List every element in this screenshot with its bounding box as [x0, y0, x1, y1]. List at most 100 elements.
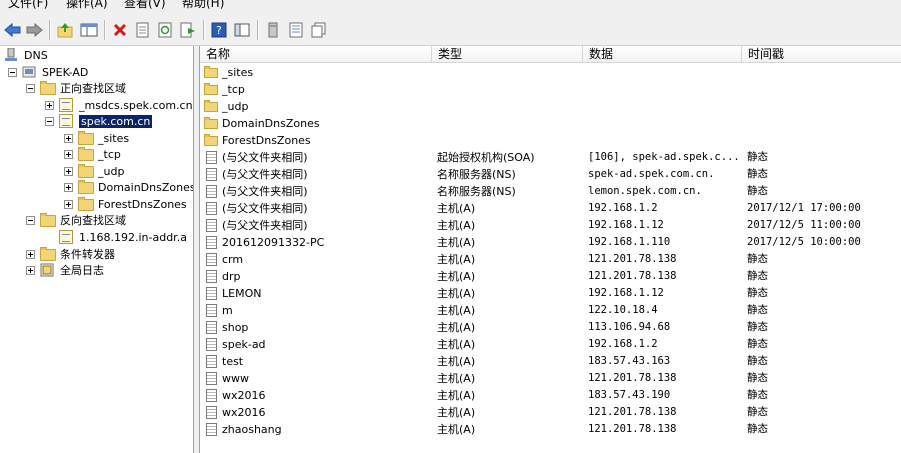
tree-label: DNS	[24, 48, 48, 62]
collapse-toggle[interactable]	[26, 83, 35, 93]
list-item-folder[interactable]: _tcp	[200, 81, 901, 98]
zone-icon[interactable]	[287, 21, 305, 39]
list-item-record[interactable]: 201612091332-PC 主机(A) 192.168.1.110 2017/12…	[200, 234, 901, 251]
refresh-icon[interactable]	[156, 21, 174, 39]
expand-toggle[interactable]	[64, 149, 73, 159]
cell-data: 121.201.78.138	[588, 253, 677, 265]
list-item-folder[interactable]: ForestDnsZones	[200, 132, 901, 149]
tree-item-forward-zones[interactable]: 正向查找区域	[26, 80, 126, 96]
cell-type: 主机(A)	[437, 321, 476, 334]
cell-data: 183.57.43.190	[588, 389, 671, 401]
expand-toggle[interactable]	[64, 166, 73, 176]
collapse-toggle[interactable]	[45, 116, 54, 126]
cell-name: LEMON	[222, 287, 262, 300]
cell-type: 起始授权机构(SOA)	[437, 151, 535, 164]
tree-item-dns[interactable]: DNS	[4, 47, 48, 63]
delete-icon[interactable]	[111, 21, 129, 39]
tree-item-conditional-forwarders[interactable]: 条件转发器	[26, 246, 115, 262]
list-item-record[interactable]: (与父文件夹相同) 主机(A) 192.168.1.12 2017/12/5 11:0…	[200, 217, 901, 234]
list-item-record[interactable]: crm 主机(A) 121.201.78.138 静态	[200, 251, 901, 268]
tree-item-server[interactable]: SPEK-AD	[8, 64, 88, 80]
tree-item-sites[interactable]: _sites	[64, 130, 129, 146]
list-item-record[interactable]: (与父文件夹相同) 起始授权机构(SOA) [106], spek-ad.spek.…	[200, 149, 901, 166]
cell-name: crm	[222, 253, 244, 266]
list-item-folder[interactable]: DomainDnsZones	[200, 115, 901, 132]
expand-toggle[interactable]	[26, 265, 35, 275]
cell-type: 主机(A)	[437, 338, 476, 351]
cell-data: 192.168.1.12	[588, 219, 664, 231]
list-item-record[interactable]: (与父文件夹相同) 名称服务器(NS) lemon.spek.com.cn. 静态	[200, 183, 901, 200]
properties-icon[interactable]	[133, 21, 151, 39]
export-list-icon[interactable]	[179, 21, 197, 39]
folder-icon	[78, 180, 94, 194]
list-item-record[interactable]: test 主机(A) 183.57.43.163 静态	[200, 353, 901, 370]
show-console-icon[interactable]	[233, 21, 251, 39]
cell-name: drp	[222, 270, 241, 283]
list-item-record[interactable]: spek-ad 主机(A) 192.168.1.2 静态	[200, 336, 901, 353]
show-hide-tree-icon[interactable]	[80, 21, 98, 39]
expand-toggle[interactable]	[64, 199, 73, 209]
menu-action[interactable]: 操作(A)	[66, 0, 108, 11]
tree-item-spek-zone[interactable]: spek.com.cn	[45, 113, 153, 129]
list-item-folder[interactable]: _udp	[200, 98, 901, 115]
expand-toggle[interactable]	[64, 133, 73, 143]
expand-toggle[interactable]	[45, 100, 54, 110]
tree-item-domaindnszones[interactable]: DomainDnsZones	[64, 179, 193, 195]
tree-item-tcp[interactable]: _tcp	[64, 146, 121, 162]
tree-label-selected: spek.com.cn	[79, 114, 153, 128]
menu-view[interactable]: 查看(V)	[124, 0, 166, 11]
cell-type: 主机(A)	[437, 253, 476, 266]
server-icon	[22, 65, 38, 79]
expand-toggle[interactable]	[26, 249, 35, 259]
list-item-record[interactable]: drp 主机(A) 121.201.78.138 静态	[200, 268, 901, 285]
column-header-timestamp[interactable]: 时间戳	[742, 46, 901, 63]
tree-label: _udp	[98, 164, 125, 178]
list-item-record[interactable]: LEMON 主机(A) 192.168.1.12 静态	[200, 285, 901, 302]
expand-toggle[interactable]	[64, 182, 73, 192]
dns-record-icon	[206, 287, 217, 300]
dns-record-icon	[206, 236, 217, 249]
help-icon[interactable]: ?	[210, 21, 228, 39]
cell-name: wx2016	[222, 389, 266, 402]
cell-name: ForestDnsZones	[222, 134, 311, 147]
cell-data: [106], spek-ad.spek.c...	[588, 151, 740, 163]
tree-item-udp[interactable]: _udp	[64, 163, 124, 179]
list-item-record[interactable]: wx2016 主机(A) 121.201.78.138 静态	[200, 404, 901, 421]
column-header-name[interactable]: 名称	[200, 46, 432, 63]
cell-ts: 2017/12/5 11:00:00	[747, 219, 861, 231]
dns-record-icon	[206, 406, 217, 419]
folder-icon	[78, 147, 94, 161]
dns-record-icon	[206, 304, 217, 317]
cell-ts: 静态	[747, 338, 768, 350]
list-item-record[interactable]: shop 主机(A) 113.106.94.68 静态	[200, 319, 901, 336]
list-item-record[interactable]: wx2016 主机(A) 183.57.43.190 静态	[200, 387, 901, 404]
up-folder-icon[interactable]	[56, 21, 74, 39]
menu-file[interactable]: 文件(F)	[8, 0, 48, 11]
tree-label: _sites	[98, 131, 130, 145]
record-icon[interactable]	[310, 21, 328, 39]
collapse-toggle[interactable]	[8, 67, 17, 77]
server-icon[interactable]	[264, 21, 282, 39]
column-header-type[interactable]: 类型	[432, 46, 583, 63]
collapse-toggle[interactable]	[26, 215, 35, 225]
tree-item-reverse-zone[interactable]: 1.168.192.in-addr.a	[45, 229, 187, 245]
list-item-record[interactable]: m 主机(A) 122.10.18.4 静态	[200, 302, 901, 319]
list-item-record[interactable]: www 主机(A) 121.201.78.138 静态	[200, 370, 901, 387]
cell-type: 主机(A)	[437, 304, 476, 317]
cell-data: 121.201.78.138	[588, 372, 677, 384]
list-item-folder[interactable]: _sites	[200, 64, 901, 81]
tree-item-msdcs[interactable]: _msdcs.spek.com.cn	[45, 97, 193, 113]
cell-type: 主机(A)	[437, 355, 476, 368]
tree-item-forestdnszones[interactable]: ForestDnsZones	[64, 196, 187, 212]
forward-arrow-icon[interactable]	[25, 21, 43, 39]
list-item-record[interactable]: zhaoshang 主机(A) 121.201.78.138 静态	[200, 421, 901, 438]
list-item-record[interactable]: (与父文件夹相同) 主机(A) 192.168.1.2 2017/12/1 17:00…	[200, 200, 901, 217]
tree-item-global-logs[interactable]: 全局日志	[26, 262, 104, 278]
back-arrow-icon[interactable]	[4, 21, 22, 39]
list-item-record[interactable]: (与父文件夹相同) 名称服务器(NS) spek-ad.spek.com.cn. 静态	[200, 166, 901, 183]
cell-type: 主机(A)	[437, 202, 476, 215]
tree-item-reverse-zones[interactable]: 反向查找区域	[26, 212, 126, 228]
column-header-data[interactable]: 数据	[583, 46, 742, 63]
menu-help[interactable]: 帮助(H)	[182, 0, 224, 11]
cell-name: _udp	[222, 100, 249, 113]
